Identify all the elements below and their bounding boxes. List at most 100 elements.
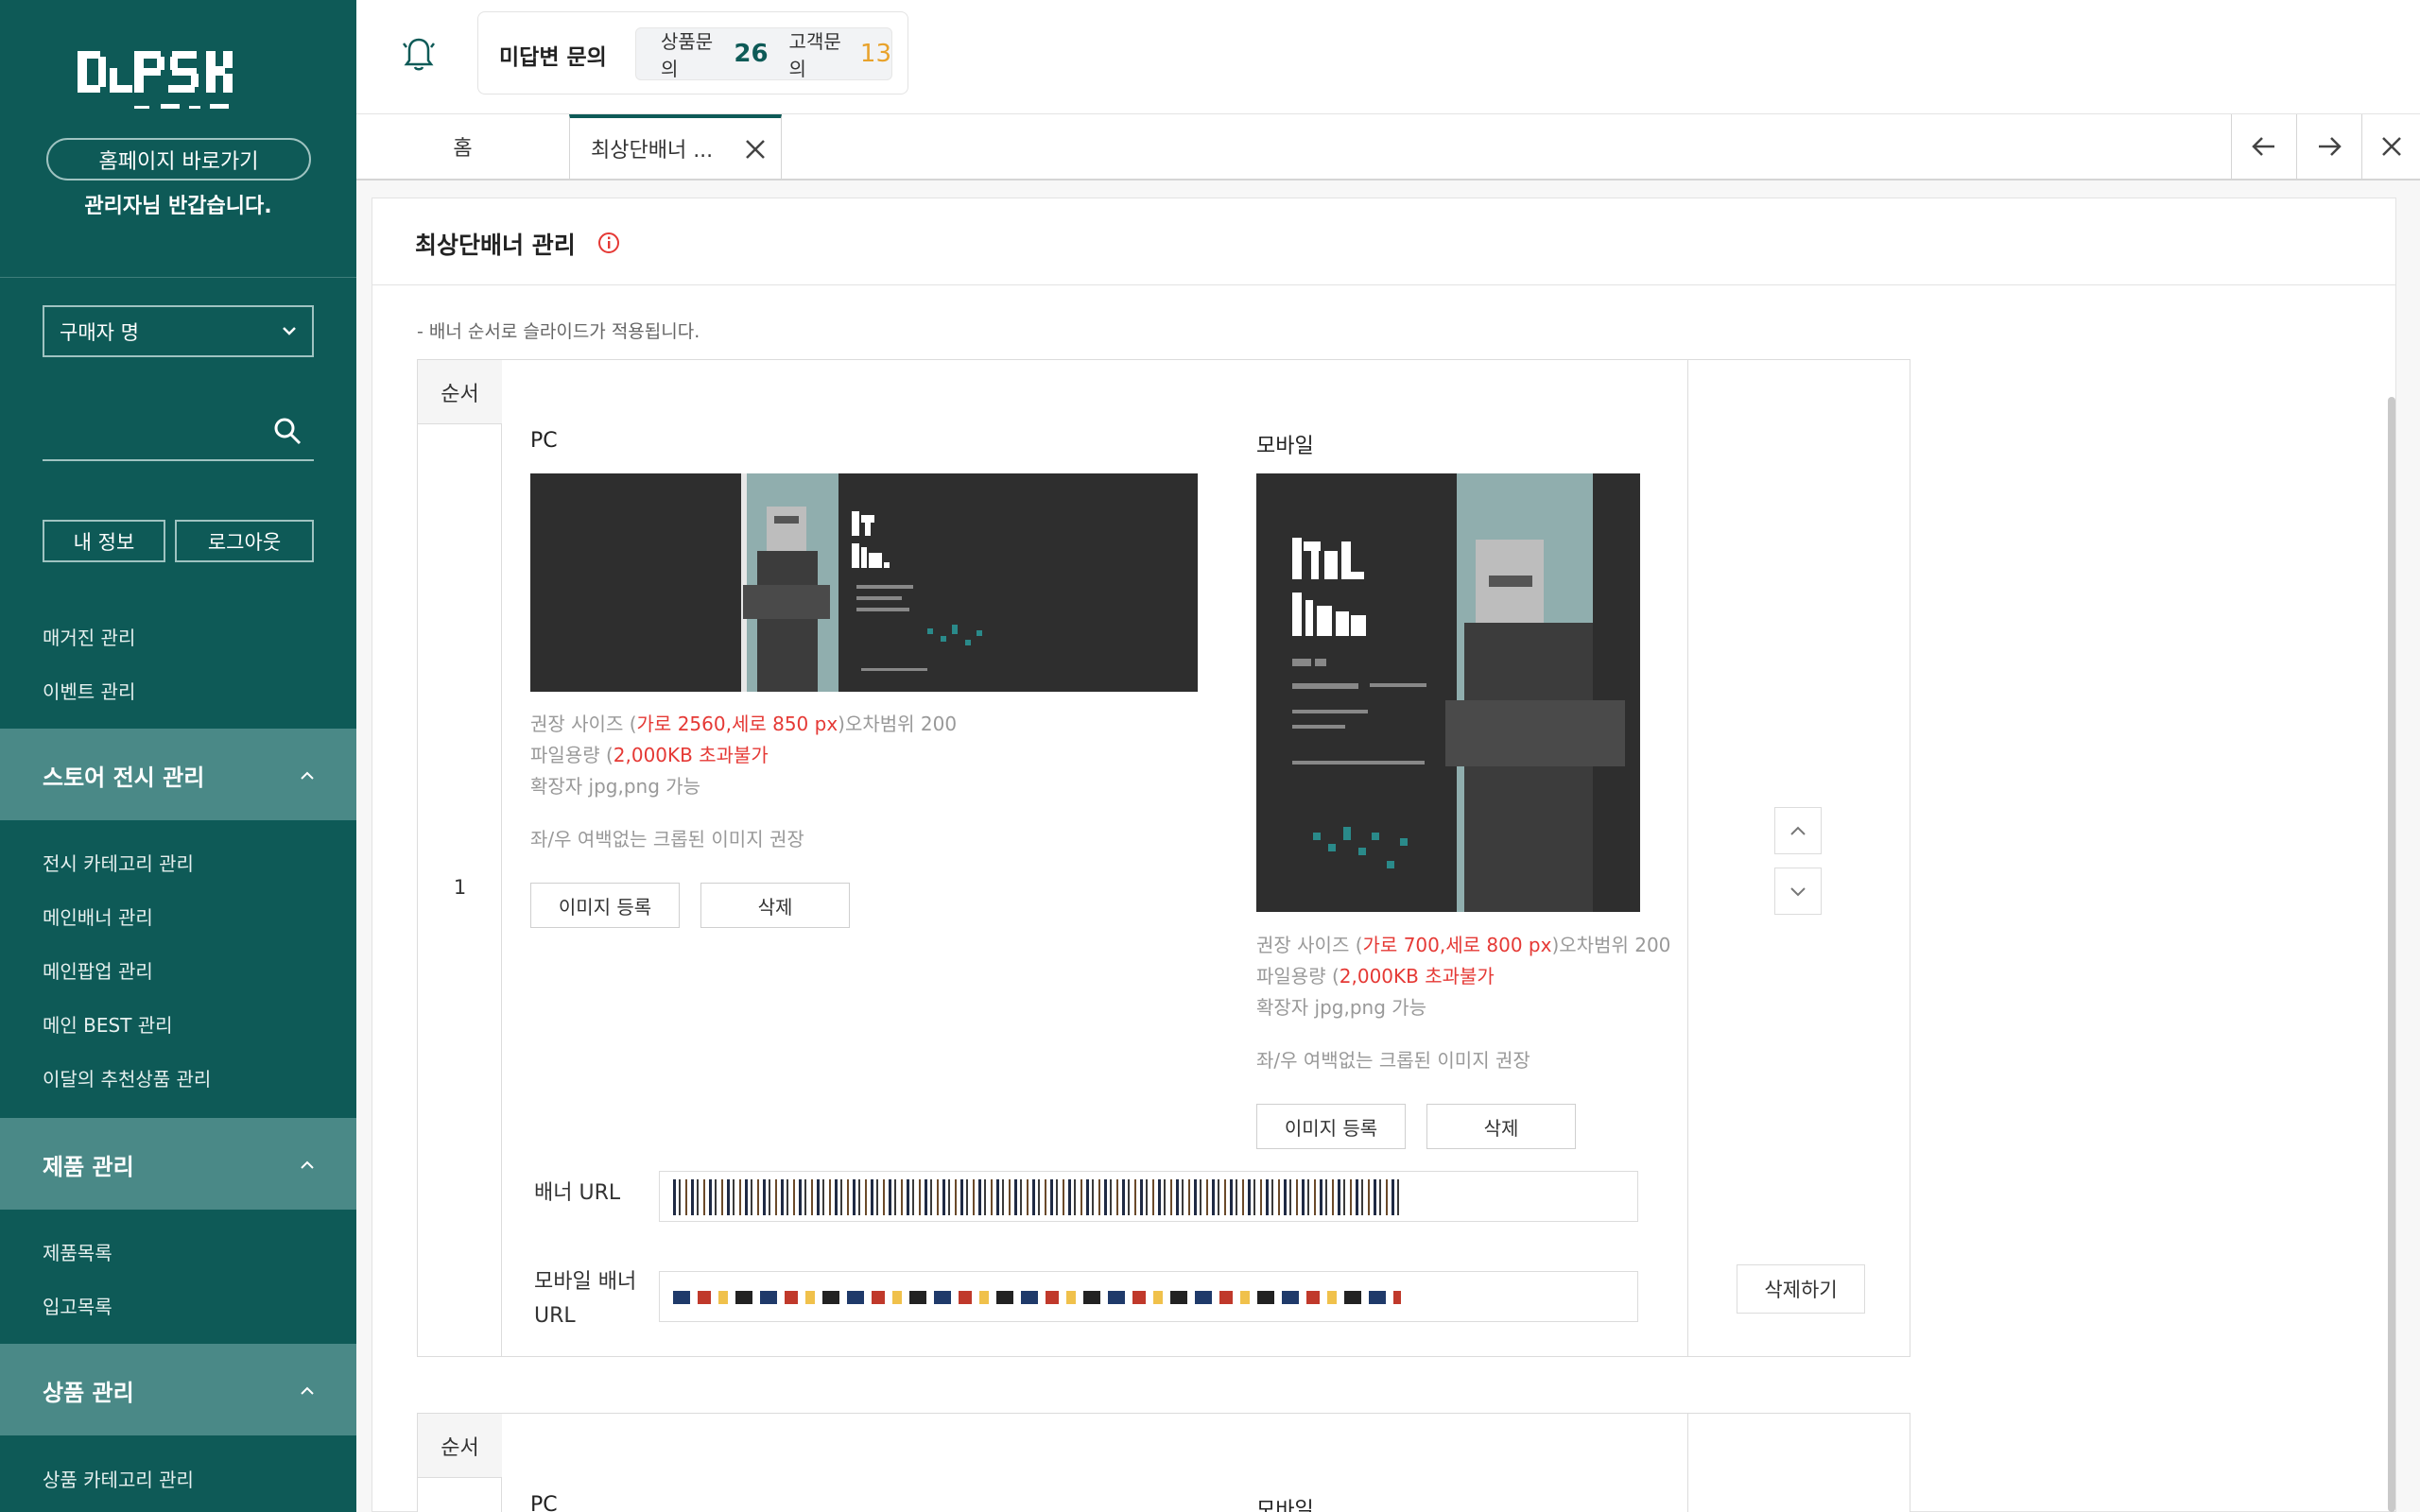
search-underline <box>43 459 314 461</box>
top-bar: 미답변 문의 상품문의 26 고객문의 13 <box>356 0 2420 114</box>
bell-icon[interactable] <box>398 32 440 74</box>
section-label: 스토어 전시 관리 <box>43 765 205 791</box>
chevron-up-icon <box>301 1386 314 1395</box>
mobile-file-value: 2,000KB 초과불가 <box>1339 965 1495 988</box>
pc-label: PC <box>530 429 558 453</box>
banner-content: PC 권장 사이즈 (가로 2560,세로 850 px)오차범위 200 파일… <box>502 360 1688 1356</box>
pc-ext-info: 확장자 jpg,png 가능 <box>530 775 701 798</box>
main-content: 최상단배너 관리 - 배너 순서로 슬라이드가 적용됩니다. 순서 1 PC 권… <box>356 180 2420 1512</box>
product-inquiry-label: 상품문의 <box>661 30 714 80</box>
mobile-size-info: 권장 사이즈 (가로 700,세로 800 px)오차범위 200 <box>1256 930 1670 957</box>
sidebar-item-display-category[interactable]: 전시 카테고리 관리 <box>43 849 194 876</box>
pc-register-image-button[interactable]: 이미지 등록 <box>530 883 680 928</box>
inquiry-counts[interactable]: 상품문의 26 고객문의 13 <box>635 27 892 80</box>
chevron-down-icon <box>1790 887 1806 897</box>
pc-size-value: 가로 2560,세로 850 px <box>636 713 838 735</box>
arrow-right-icon <box>2319 137 2342 156</box>
order-column: 순서 1 <box>418 360 502 1356</box>
url-text-redacted <box>673 1291 1401 1304</box>
sidebar-item-stock-list[interactable]: 입고목록 <box>43 1292 112 1319</box>
sidebar-search-input[interactable] <box>43 414 269 457</box>
customer-inquiry-count: 13 <box>859 40 891 68</box>
mobile-size-value: 가로 700,세로 800 px <box>1362 934 1552 956</box>
mobile-ext-info: 확장자 jpg,png 가능 <box>1256 996 1427 1019</box>
close-icon[interactable] <box>743 137 768 162</box>
customer-inquiry-label: 고객문의 <box>788 30 841 80</box>
logout-button[interactable]: 로그아웃 <box>175 520 314 562</box>
mobile-delete-image-button[interactable]: 삭제 <box>1426 1104 1576 1149</box>
info-icon[interactable] <box>596 231 621 255</box>
tab-home[interactable]: 홈 <box>356 114 569 179</box>
pc-label: PC <box>530 1493 558 1512</box>
remove-row-button[interactable]: 삭제하기 <box>1737 1264 1865 1314</box>
mobile-size-prefix: 권장 사이즈 ( <box>1256 934 1363 956</box>
slide-order-note: - 배너 순서로 슬라이드가 적용됩니다. <box>417 321 700 342</box>
sidebar-section-goods[interactable]: 상품 관리 <box>0 1346 356 1435</box>
tab-top-banner[interactable]: 최상단배너 ... <box>569 114 782 179</box>
tab-label: 최상단배너 ... <box>591 139 714 163</box>
mobile-register-image-button[interactable]: 이미지 등록 <box>1256 1104 1406 1149</box>
mobile-banner-url-input[interactable] <box>659 1271 1638 1322</box>
unanswered-inquiry-title: 미답변 문의 <box>499 45 607 70</box>
mobile-label: 모바일 <box>1256 1499 1314 1512</box>
pc-size-prefix: 권장 사이즈 ( <box>530 713 637 735</box>
order-number: 1 <box>453 876 467 899</box>
banner-management-panel: 최상단배너 관리 - 배너 순서로 슬라이드가 적용됩니다. 순서 1 PC 권… <box>372 198 2396 1512</box>
chevron-up-icon <box>301 1160 314 1169</box>
unanswered-inquiry-box: 미답변 문의 상품문의 26 고객문의 13 <box>477 11 908 94</box>
section-label: 상품 관리 <box>43 1380 134 1406</box>
tab-bar: 홈 최상단배너 ... <box>356 114 2420 180</box>
sidebar: 홈페이지 바로가기 관리자님 반갑습니다. 구매자 명 내 정보 로그아웃 매거… <box>0 0 356 1512</box>
tab-prev-button[interactable] <box>2231 114 2296 179</box>
banner-content: PC 모바일 <box>502 1414 1688 1512</box>
sidebar-item-product-list[interactable]: 제품목록 <box>43 1238 112 1265</box>
sidebar-item-event[interactable]: 이벤트 관리 <box>43 677 135 704</box>
chevron-up-icon <box>301 771 314 780</box>
mobile-file-info: 파일용량 (2,000KB 초과불가 <box>1256 961 1495 988</box>
mobile-file-prefix: 파일용량 ( <box>1256 965 1340 988</box>
my-info-button[interactable]: 내 정보 <box>43 520 165 562</box>
search-icon[interactable] <box>272 416 302 446</box>
sidebar-item-monthly-recommend[interactable]: 이달의 추천상품 관리 <box>43 1064 211 1091</box>
banner-url-input[interactable] <box>659 1171 1638 1222</box>
brand-logo <box>78 51 233 109</box>
mobile-size-suffix: )오차범위 200 <box>1551 934 1671 956</box>
sidebar-item-magazine[interactable]: 매거진 관리 <box>43 623 135 650</box>
pc-file-info: 파일용량 (2,000KB 초과불가 <box>530 740 769 767</box>
buyer-name-select[interactable]: 구매자 명 <box>43 305 314 357</box>
sidebar-item-main-popup[interactable]: 메인팝업 관리 <box>43 956 153 984</box>
close-icon <box>2381 137 2401 156</box>
buyer-select-value: 구매자 명 <box>60 320 139 344</box>
order-header: 순서 <box>418 360 502 424</box>
banner-url-label: 배너 URL <box>534 1181 621 1205</box>
sidebar-item-main-banner[interactable]: 메인배너 관리 <box>43 902 153 930</box>
tab-close-all-button[interactable] <box>2361 114 2420 179</box>
sidebar-item-main-best[interactable]: 메인 BEST 관리 <box>43 1010 173 1038</box>
banner-row: 순서 1 PC 권장 사이즈 (가로 2560,세로 850 px)오차범위 2… <box>417 359 1910 1357</box>
mobile-url-label-line2: URL <box>534 1304 576 1328</box>
pc-banner-image <box>530 473 1198 692</box>
panel-header: 최상단배너 관리 <box>372 198 2395 285</box>
order-column: 순서 <box>418 1414 502 1512</box>
row-actions <box>1688 1414 1911 1512</box>
mobile-url-label-line1: 모바일 배너 <box>534 1270 637 1294</box>
chevron-up-icon <box>1790 826 1806 835</box>
pc-delete-image-button[interactable]: 삭제 <box>700 883 850 928</box>
move-up-button[interactable] <box>1774 807 1822 854</box>
sidebar-section-store-display[interactable]: 스토어 전시 관리 <box>0 730 356 820</box>
mobile-label: 모바일 <box>1256 435 1314 458</box>
vertical-scrollbar[interactable] <box>2388 397 2395 1512</box>
url-text-redacted <box>673 1179 1401 1215</box>
welcome-message: 관리자님 반갑습니다. <box>84 195 272 218</box>
sidebar-item-goods-category[interactable]: 상품 카테고리 관리 <box>43 1465 194 1492</box>
chevron-down-icon <box>283 327 296 335</box>
pc-crop-info: 좌/우 여백없는 크롭된 이미지 권장 <box>530 828 804 850</box>
tab-next-button[interactable] <box>2296 114 2361 179</box>
pc-size-suffix: )오차범위 200 <box>838 713 958 735</box>
mobile-crop-info: 좌/우 여백없는 크롭된 이미지 권장 <box>1256 1049 1530 1072</box>
move-down-button[interactable] <box>1774 868 1822 915</box>
banner-row: 순서 PC 모바일 <box>417 1413 1910 1512</box>
homepage-link-button[interactable]: 홈페이지 바로가기 <box>46 138 311 180</box>
pc-size-info: 권장 사이즈 (가로 2560,세로 850 px)오차범위 200 <box>530 709 957 736</box>
sidebar-section-product[interactable]: 제품 관리 <box>0 1120 356 1210</box>
